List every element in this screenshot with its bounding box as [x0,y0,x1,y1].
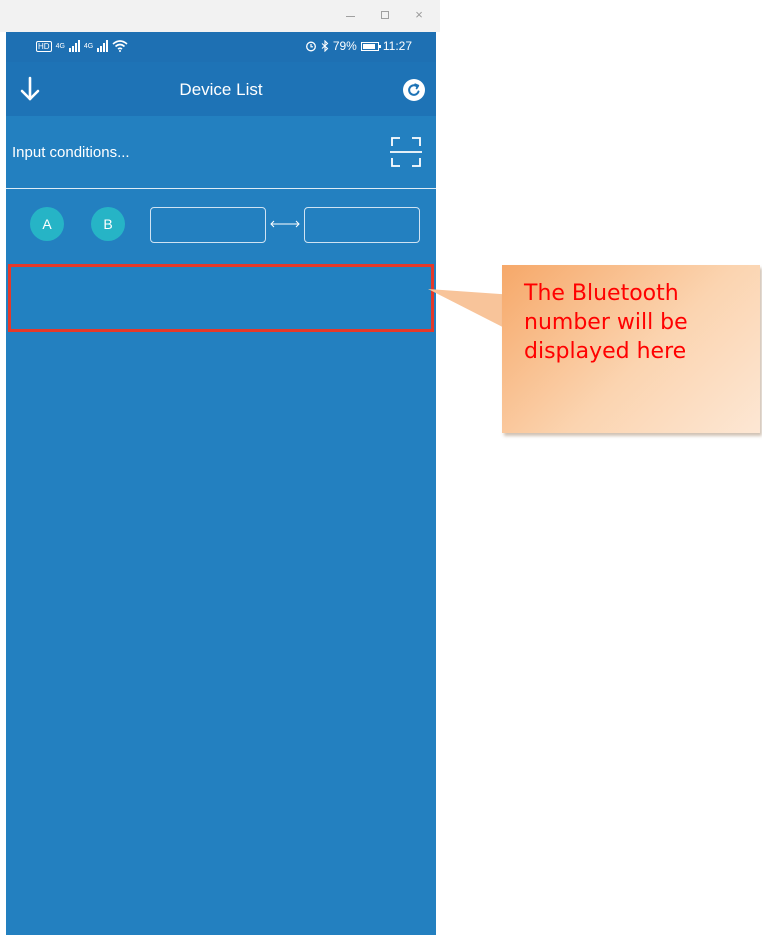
app-bar: Device List [6,62,436,116]
refresh-icon[interactable] [402,78,426,102]
signal-icon [68,40,80,52]
filter-row: A B [6,189,436,261]
page-title: Device List [179,80,263,99]
filter-a-button[interactable]: A [30,207,64,241]
screenshot-root: × HD 4G 4G 79% 11:27 Device List Input c… [0,0,762,935]
device-list [6,261,436,935]
battery-percent: 79% [332,39,357,53]
signal-label-2: 4G [83,42,94,50]
range-max-input[interactable] [304,207,420,243]
status-bar: HD 4G 4G 79% 11:27 [6,32,436,62]
search-input[interactable] [6,116,386,189]
battery-icon [360,41,381,51]
alarm-icon [305,41,316,52]
filter-b-button[interactable]: B [91,207,125,241]
wifi-icon [112,40,128,52]
callout-box: The Bluetooth number will be displayed h… [502,265,760,433]
clock: 11:27 [382,39,412,53]
status-left: HD 4G 4G [36,40,128,52]
double-arrow-icon [270,220,300,228]
device-list-item[interactable] [8,264,434,332]
phone-screen: HD 4G 4G 79% 11:27 Device List Input con… [6,32,436,935]
search-row [6,116,436,189]
hd-badge: HD [36,40,52,52]
close-button[interactable]: × [412,8,426,22]
bluetooth-icon [321,40,329,52]
callout-text: The Bluetooth number will be displayed h… [524,281,688,364]
close-icon: × [415,7,423,22]
signal-label-1: 4G [55,42,65,50]
range-min-input[interactable] [150,207,266,243]
signal-icon-2 [97,40,109,52]
minimize-button[interactable] [344,8,358,22]
minimize-icon [346,16,355,17]
maximize-icon [381,11,389,19]
emulator-title-bar: × [0,0,440,32]
maximize-button[interactable] [378,8,392,22]
scan-icon[interactable] [390,136,422,168]
status-right: 79% 11:27 [305,39,412,53]
